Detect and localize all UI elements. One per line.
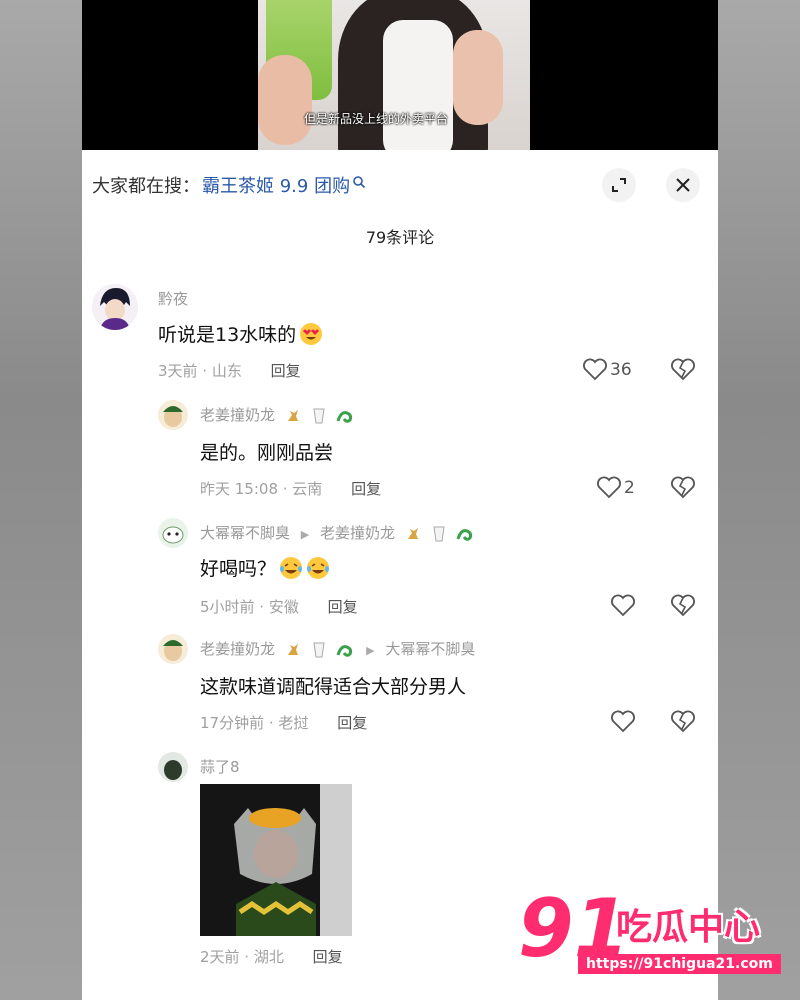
- phone-screen: 但是新品没上线的外卖平台 大家都在搜： 霸王茶姬 9.9 团购 79条评论 黔夜…: [82, 0, 718, 1000]
- dragon-badge-icon: [336, 644, 353, 657]
- avatar-cartoon-icon: [158, 634, 188, 664]
- comment-meta: 3天前 · 山东 回复: [158, 360, 301, 381]
- comment-username[interactable]: 黔夜: [158, 288, 188, 309]
- heart-eyes-emoji-icon: [300, 322, 323, 345]
- search-keyword-link[interactable]: 霸王茶姬 9.9 团购: [202, 172, 350, 198]
- video-hand-right: [453, 30, 503, 125]
- comment-meta: 昨天 15:08 · 云南 回复: [200, 478, 381, 499]
- heart-icon: [597, 476, 621, 499]
- broken-heart-icon: [671, 476, 695, 499]
- sticker-image[interactable]: [200, 784, 352, 936]
- expand-button[interactable]: [602, 168, 636, 202]
- reply-button[interactable]: 回复: [337, 714, 367, 732]
- comment-text-content: 好喝吗？: [200, 558, 277, 580]
- video-person-shirt: [383, 20, 453, 150]
- dislike-button[interactable]: [670, 594, 696, 622]
- avatar-anime-icon: [92, 284, 138, 330]
- avatar[interactable]: [158, 634, 188, 664]
- comment-time-location: 17分钟前 · 老挝: [200, 714, 309, 732]
- reply-button[interactable]: 回复: [313, 948, 343, 966]
- comment-meta: 5小时前 · 安徽 回复: [200, 596, 358, 617]
- search-prefix: 大家都在搜：: [92, 176, 200, 197]
- reply-button[interactable]: 回复: [328, 598, 358, 616]
- heart-icon: [611, 710, 635, 733]
- site-watermark: 91 吃瓜中心 https://91chigua21.com: [518, 884, 788, 984]
- close-button[interactable]: [666, 168, 700, 202]
- comment-text: 听说是13水味的: [158, 320, 323, 347]
- background-right: [718, 0, 800, 1000]
- comment-username[interactable]: 老姜撞奶龙: [200, 406, 275, 424]
- avatar-cartoon-icon: [158, 400, 188, 430]
- reply-to-username[interactable]: 老姜撞奶龙: [320, 524, 395, 542]
- dislike-button[interactable]: [670, 710, 696, 738]
- comment-text: 好喝吗？: [200, 554, 330, 581]
- like-button[interactable]: 36: [582, 358, 632, 382]
- reply-arrow-icon: ▶: [300, 528, 310, 541]
- watermark-url: https://91chigua21.com: [578, 954, 781, 974]
- comment-time-location: 3天前 · 山东: [158, 362, 242, 380]
- comment-time-location: 2天前 · 湖北: [200, 948, 284, 966]
- background-left: [0, 0, 82, 1000]
- like-button[interactable]: [610, 710, 636, 734]
- video-player[interactable]: 但是新品没上线的外卖平台: [82, 0, 718, 150]
- cat-sticker-icon: [200, 784, 352, 936]
- comment-sheet: 大家都在搜： 霸王茶姬 9.9 团购 79条评论 黔夜 听说是13水味的 3天前…: [82, 150, 718, 1000]
- reply-button[interactable]: 回复: [271, 362, 301, 380]
- ginger-badge-icon: [287, 643, 298, 655]
- reply-to-username[interactable]: 大幂幂不脚臭: [385, 640, 475, 658]
- comment-username[interactable]: 蒜了8: [200, 756, 240, 777]
- avatar[interactable]: [92, 284, 138, 330]
- comment-count: 79条评论: [365, 228, 435, 247]
- comment-meta: 17分钟前 · 老挝 回复: [200, 712, 367, 733]
- comment-time-location: 昨天 15:08 · 云南: [200, 480, 323, 498]
- laughing-crying-emoji-icon: [280, 556, 303, 579]
- milk-cup-badge-icon: [313, 408, 325, 423]
- video-subtitle: 但是新品没上线的外卖平台: [304, 112, 449, 126]
- heart-icon: [583, 358, 607, 381]
- laughing-crying-emoji-icon: [307, 556, 330, 579]
- like-button[interactable]: 2: [596, 476, 635, 500]
- search-suggestion[interactable]: 大家都在搜： 霸王茶姬 9.9 团购: [92, 172, 366, 198]
- comment-text-content: 听说是13水味的: [158, 324, 297, 346]
- comment-username-row: 老姜撞奶龙: [200, 404, 355, 425]
- like-count: 36: [610, 360, 632, 380]
- broken-heart-icon: [671, 358, 695, 381]
- comment-username-row: 大幂幂不脚臭 ▶ 老姜撞奶龙: [200, 522, 475, 543]
- avatar[interactable]: [158, 400, 188, 430]
- avatar[interactable]: [158, 752, 188, 782]
- comment-text: 这款味道调配得适合大部分男人: [200, 676, 467, 698]
- broken-heart-icon: [671, 710, 695, 733]
- ginger-badge-icon: [407, 527, 418, 539]
- video-frame: [258, 0, 530, 150]
- dislike-button[interactable]: [670, 476, 696, 504]
- close-icon: [676, 178, 690, 192]
- comment-text: 是的。刚刚品尝: [200, 442, 334, 464]
- avatar[interactable]: [158, 518, 188, 548]
- broken-heart-icon: [671, 594, 695, 617]
- dragon-badge-icon: [336, 410, 353, 423]
- dislike-button[interactable]: [670, 358, 696, 386]
- expand-icon: [612, 178, 626, 192]
- ginger-badge-icon: [287, 409, 298, 421]
- comment-meta: 2天前 · 湖北 回复: [200, 946, 343, 967]
- video-hand-left: [258, 55, 312, 145]
- avatar-dog-icon: [158, 518, 188, 548]
- comment-username[interactable]: 老姜撞奶龙: [200, 640, 275, 658]
- dragon-badge-icon: [456, 528, 473, 541]
- comment-username-row: 老姜撞奶龙 ▶ 大幂幂不脚臭: [200, 638, 475, 659]
- milk-cup-badge-icon: [313, 642, 325, 657]
- comment-username[interactable]: 大幂幂不脚臭: [200, 524, 290, 542]
- milk-cup-badge-icon: [433, 526, 445, 541]
- search-icon: [353, 176, 366, 189]
- like-count: 2: [624, 478, 635, 498]
- avatar-dark-icon: [158, 752, 188, 782]
- comment-time-location: 5小时前 · 安徽: [200, 598, 299, 616]
- watermark-text: 吃瓜中心: [616, 907, 761, 948]
- reply-button[interactable]: 回复: [351, 480, 381, 498]
- reply-arrow-icon: ▶: [366, 644, 375, 657]
- like-button[interactable]: [610, 594, 636, 618]
- heart-icon: [611, 594, 635, 617]
